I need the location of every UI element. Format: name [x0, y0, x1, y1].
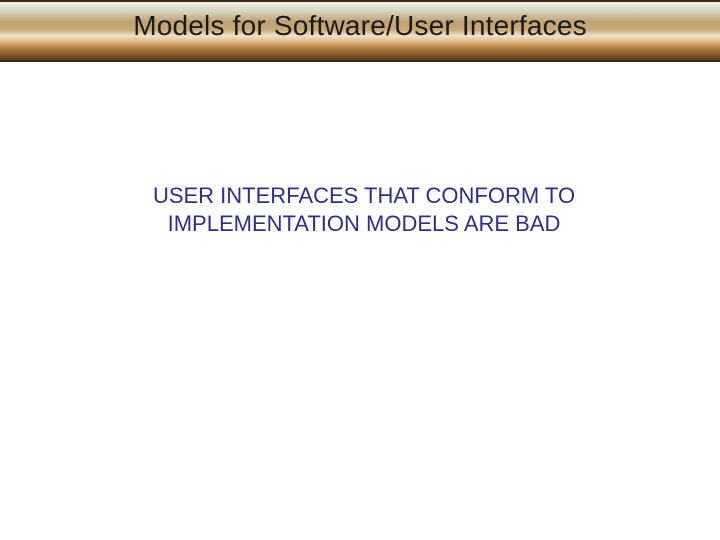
- body-line-1: USER INTERFACES THAT CONFORM TO: [153, 183, 575, 208]
- slide-title: Models for Software/User Interfaces: [0, 10, 720, 42]
- body-line-2: IMPLEMENTATION MODELS ARE BAD: [168, 211, 561, 236]
- slide-body: USER INTERFACES THAT CONFORM TO IMPLEMEN…: [84, 182, 644, 238]
